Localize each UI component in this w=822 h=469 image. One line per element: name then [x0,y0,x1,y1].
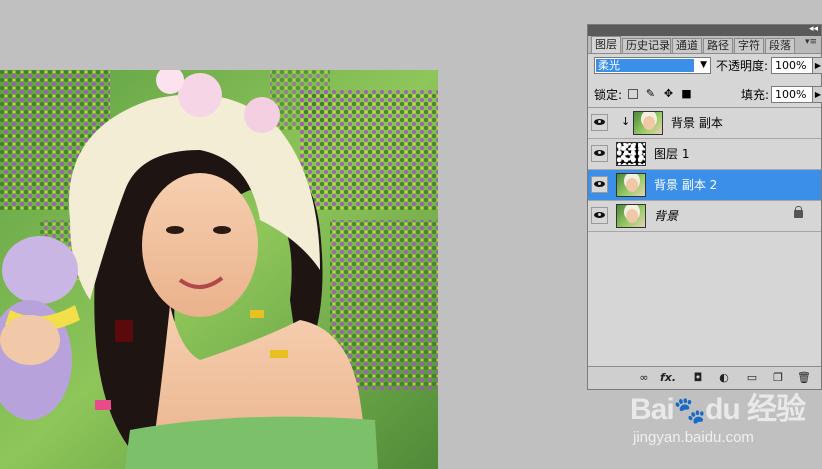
lock-position-move-icon[interactable]: ✥ [663,88,674,99]
adjustment-layer-icon[interactable]: ◐ [716,371,732,385]
tab-paragraph[interactable]: 段落 [765,38,795,53]
opacity-label: 不透明度: [716,59,769,73]
tab-layers[interactable]: 图层 [591,36,621,53]
lock-label: 锁定: [594,88,623,102]
lock-icon [794,206,803,218]
fill-input[interactable]: 100% [771,86,813,103]
panel-title-bar[interactable]: ◂◂ [588,23,821,36]
canvas-image[interactable] [0,70,438,469]
layer-row-bg-copy[interactable]: ↓ 背景 副本 [588,108,821,139]
fx-icon[interactable]: fx. [660,371,676,385]
new-group-icon[interactable]: ▭ [744,371,760,385]
fill-slider-arrow-icon[interactable]: ▶ [812,86,822,103]
layer-name[interactable]: 图层 1 [654,147,689,161]
watermark-url: jingyan.baidu.com [633,429,754,446]
opacity-input[interactable]: 100% [771,57,813,74]
tab-history[interactable]: 历史记录 [622,38,671,53]
layer-thumbnail [616,173,646,197]
layer-row-background[interactable]: 背景 [588,201,821,232]
watermark-logo: Bai🐾du 经验 [630,393,806,426]
baidu-jingyan-watermark: Bai🐾du 经验 jingyan.baidu.com [630,384,820,454]
layer-row-layer-1[interactable]: 图层 1 [588,139,821,170]
panel-tabs: 图层 历史记录 通道 路径 字符 段落 ▾≡ [588,36,821,54]
layers-list: ↓ 背景 副本 图层 1 背景 副本 2 背景 [588,107,821,368]
layer-thumbnail [616,204,646,228]
photo-illustration [0,70,438,469]
layer-thumbnail [633,111,663,135]
new-layer-icon[interactable]: ❐ [770,371,786,385]
delete-icon[interactable]: 🗑 [796,371,812,385]
clipping-arrow-icon: ↓ [621,115,631,128]
layer-row-bg-copy-2[interactable]: 背景 副本 2 [588,170,821,201]
double-chevron-icon[interactable]: ◂◂ [809,23,818,35]
lock-transparency-icon[interactable] [628,89,638,99]
visibility-eye-icon[interactable] [591,114,608,131]
visibility-eye-icon[interactable] [591,176,608,193]
layer-mask-icon[interactable]: ◘ [690,371,706,385]
tab-character[interactable]: 字符 [734,38,764,53]
visibility-eye-icon[interactable] [591,207,608,224]
tab-paths[interactable]: 路径 [703,38,733,53]
layers-panel: ◂◂ 图层 历史记录 通道 路径 字符 段落 ▾≡ 柔光 ▼ 不透明度: 100… [587,24,822,390]
opacity-slider-arrow-icon[interactable]: ▶ [812,57,822,74]
chevron-down-icon: ▼ [700,60,707,70]
lock-pixels-brush-icon[interactable]: ✎ [645,88,656,99]
blend-mode-select[interactable]: 柔光 ▼ [594,57,711,74]
layer-name[interactable]: 背景 副本 2 [654,178,717,192]
layer-name[interactable]: 背景 副本 [671,116,723,130]
visibility-eye-icon[interactable] [591,145,608,162]
panel-menu-icon[interactable]: ▾≡ [805,37,817,47]
lock-all-icon[interactable]: ■ [681,88,692,99]
layer-thumbnail [616,142,646,166]
fill-label: 填充: [741,88,770,102]
link-icon[interactable]: ∞ [636,371,652,385]
tab-channels[interactable]: 通道 [672,38,702,53]
blend-mode-value: 柔光 [596,59,694,72]
layer-name[interactable]: 背景 [654,209,678,223]
